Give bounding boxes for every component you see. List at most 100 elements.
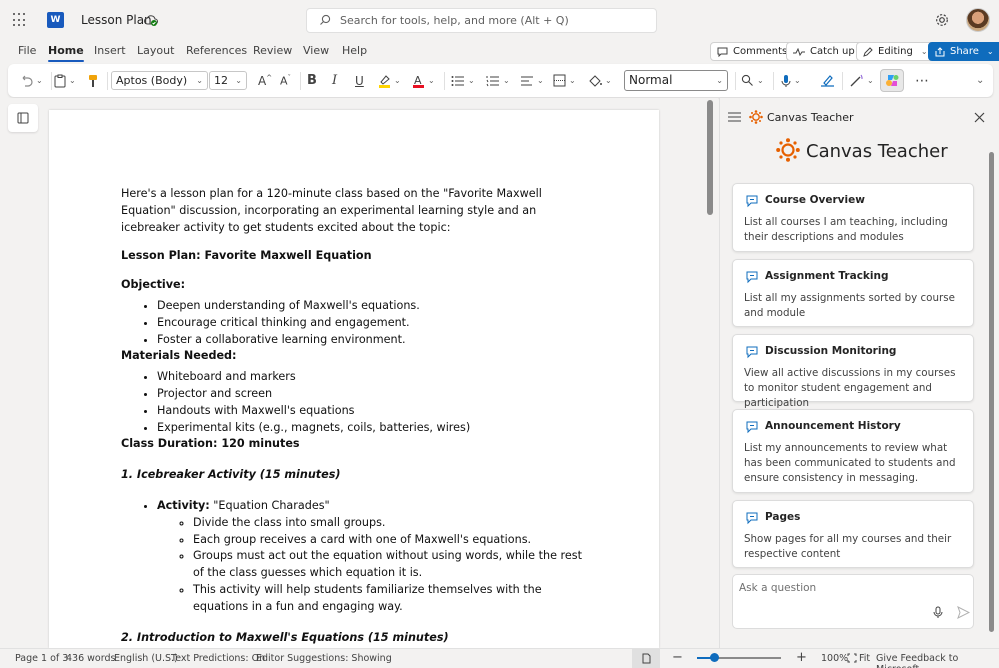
grow-font-icon: A^ — [258, 73, 273, 88]
status-bar: Page 1 of 3 436 words English (U.S.) Tex… — [0, 648, 999, 668]
gear-icon[interactable] — [934, 12, 950, 28]
borders-button[interactable]: ⌄ — [553, 72, 576, 89]
comments-button[interactable]: Comments — [710, 42, 797, 61]
underline-button[interactable]: U — [355, 72, 364, 89]
hamburger-menu-icon[interactable] — [728, 112, 741, 122]
document-title[interactable]: Lesson Plan — [81, 13, 152, 27]
ask-question-input[interactable]: Ask a question — [732, 574, 974, 629]
document-page[interactable]: Here's a lesson plan for a 120-minute cl… — [49, 110, 659, 648]
chevron-down-icon: ⌄ — [69, 76, 76, 85]
paste-button[interactable]: ⌄ — [54, 72, 76, 89]
align-button[interactable]: ⌄ — [520, 72, 544, 89]
divider — [51, 72, 52, 90]
bold-button[interactable]: B — [307, 72, 317, 89]
find-button[interactable]: ⌄ — [741, 72, 764, 89]
numbering-button[interactable]: ⌄ — [486, 72, 510, 89]
font-size-select[interactable]: 12 ⌄ — [209, 71, 247, 90]
feedback-link[interactable]: Give Feedback to Microsoft — [876, 653, 999, 668]
pencil-icon — [863, 46, 873, 57]
copilot-button[interactable] — [880, 69, 904, 92]
prompt-card-pages[interactable]: Pages Show pages for all my courses and … — [732, 500, 974, 568]
undo-button[interactable]: ⌄ — [20, 72, 43, 89]
materials-heading: Materials Needed: — [121, 349, 237, 363]
prompt-card-discussion-monitoring[interactable]: Discussion Monitoring View all active di… — [732, 334, 974, 409]
tab-insert[interactable]: Insert — [94, 44, 126, 57]
word-count[interactable]: 436 words — [66, 653, 115, 664]
navigation-pane-button[interactable] — [8, 104, 38, 132]
paint-bucket-icon — [589, 75, 602, 87]
send-icon[interactable] — [957, 606, 970, 619]
fit-icon — [847, 653, 857, 663]
document-body[interactable]: Here's a lesson plan for a 120-minute cl… — [121, 186, 591, 646]
chevron-down-icon: ⌄ — [986, 47, 994, 56]
tab-review[interactable]: Review — [253, 44, 292, 57]
prompt-card-course-overview[interactable]: Course Overview List all courses I am te… — [732, 183, 974, 252]
materials-list: Whiteboard and markers Projector and scr… — [157, 369, 591, 436]
fit-button[interactable]: Fit — [859, 653, 870, 664]
search-input[interactable]: Search for tools, help, and more (Alt + … — [306, 8, 657, 33]
chevron-down-icon: ⌄ — [716, 76, 723, 85]
list-item: Whiteboard and markers — [157, 369, 591, 386]
tab-view[interactable]: View — [303, 44, 329, 57]
format-painter-button[interactable] — [88, 72, 98, 89]
editor-pen-icon — [821, 75, 834, 87]
tab-layout[interactable]: Layout — [137, 44, 174, 57]
font-color-button[interactable]: A ⌄ — [412, 72, 435, 89]
app-launcher-icon[interactable] — [13, 13, 27, 27]
text-predictions-status[interactable]: Text Predictions: On — [171, 653, 265, 664]
chevron-down-icon: ⌄ — [976, 75, 985, 86]
grow-font-button[interactable]: A^ — [258, 72, 272, 89]
list-item: Handouts with Maxwell's equations — [157, 403, 591, 420]
tab-file[interactable]: File — [18, 44, 36, 57]
page-count[interactable]: Page 1 of 3 — [15, 653, 68, 664]
intro-paragraph: Here's a lesson plan for a 120-minute cl… — [121, 187, 542, 234]
prompt-card-announcement-history[interactable]: Announcement History List my announcemen… — [732, 409, 974, 493]
shading-button[interactable]: ⌄ — [588, 72, 612, 89]
zoom-in-button[interactable]: + — [796, 650, 807, 665]
ribbon-toolbar: ⌄ ⌄ Aptos (Body) ⌄ 12 ⌄ A^ Aˇ B I U ⌄ A … — [8, 64, 993, 97]
chevron-down-icon: ⌄ — [605, 76, 612, 85]
font-family-select[interactable]: Aptos (Body) ⌄ — [111, 71, 208, 90]
chevron-down-icon: ⌄ — [394, 76, 401, 85]
editor-suggestions-status[interactable]: Editor Suggestions: Showing — [256, 653, 392, 664]
document-scrollbar[interactable] — [707, 100, 713, 215]
editing-mode-button[interactable]: Editing ⌄ — [856, 42, 937, 61]
zoom-out-button[interactable]: − — [672, 650, 683, 665]
pane-scrollbar[interactable] — [989, 152, 994, 632]
editor-button[interactable] — [820, 72, 835, 89]
canvas-logo-large-icon — [776, 138, 800, 162]
cloud-saved-icon[interactable] — [144, 13, 158, 27]
catch-up-button[interactable]: Catch up — [786, 42, 864, 61]
pane-logo-title: Canvas Teacher — [806, 141, 948, 162]
style-select[interactable]: Normal ⌄ — [624, 70, 728, 91]
share-button[interactable]: Share ⌄ — [928, 42, 999, 61]
card-title: Pages — [765, 511, 801, 523]
close-icon[interactable] — [974, 112, 985, 123]
section-heading-icebreaker: 1. Icebreaker Activity (15 minutes) — [121, 468, 341, 482]
dictate-button[interactable]: ⌄ — [781, 72, 801, 89]
shrink-font-button[interactable]: Aˇ — [280, 72, 291, 89]
print-layout-button[interactable] — [632, 649, 660, 668]
bullets-button[interactable]: ⌄ — [451, 72, 475, 89]
zoom-slider-thumb[interactable] — [709, 653, 719, 662]
tab-home[interactable]: Home — [48, 44, 84, 62]
collapse-ribbon-button[interactable]: ⌄ — [973, 72, 984, 89]
highlight-button[interactable]: ⌄ — [378, 72, 401, 89]
language-status[interactable]: English (U.S.) — [114, 653, 178, 664]
zoom-level[interactable]: 100% — [821, 653, 848, 664]
microphone-icon[interactable] — [933, 606, 943, 619]
chevron-down-icon: ⌄ — [468, 76, 475, 85]
chat-prompt-icon — [746, 271, 758, 284]
avatar[interactable] — [966, 8, 990, 32]
list-item: Divide the class into small groups. — [193, 515, 591, 532]
chevron-down-icon: ⌄ — [537, 76, 544, 85]
designer-button[interactable]: ⌄ — [850, 72, 874, 89]
more-options-button[interactable]: ⋯ — [915, 72, 930, 89]
style-value: Normal — [629, 73, 673, 87]
italic-button[interactable]: I — [332, 72, 337, 89]
prompt-card-assignment-tracking[interactable]: Assignment Tracking List all my assignme… — [732, 259, 974, 327]
tab-help[interactable]: Help — [342, 44, 367, 57]
list-item: Foster a collaborative learning environm… — [157, 332, 591, 349]
tab-references[interactable]: References — [186, 44, 247, 57]
pulse-icon — [793, 47, 805, 56]
